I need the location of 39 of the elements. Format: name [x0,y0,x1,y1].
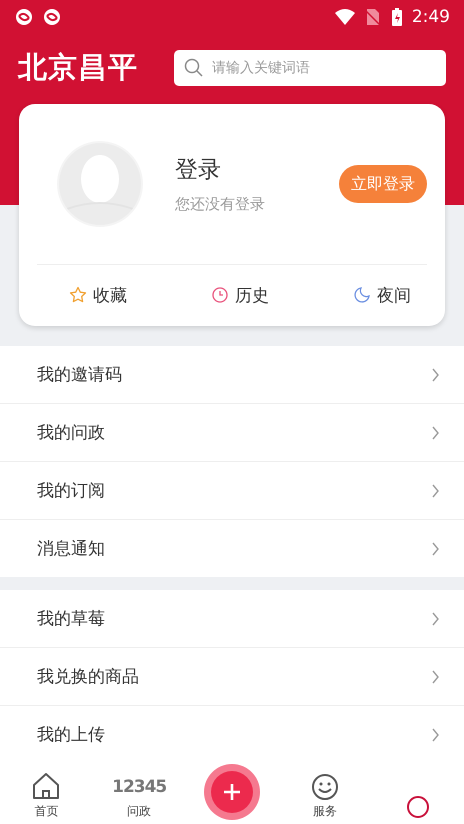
status-app-icon [42,7,62,27]
hotline-icon: 12345 [112,773,166,801]
menu-item[interactable]: 我的订阅 [0,462,464,520]
chevron-icon [431,540,440,556]
menu-item[interactable]: 我的问政 [0,404,464,462]
clock-icon [211,286,229,304]
search-icon [184,58,204,78]
login-subtitle: 您还没有登录 [175,195,266,214]
chevron-icon [431,668,440,684]
app-logo: 北京昌平 [18,49,138,86]
shortcut-night-mode[interactable]: 夜间 [353,284,411,306]
shortcut-history[interactable]: 历史 [211,284,269,306]
home-icon [31,771,62,801]
smile-icon [310,773,339,801]
chevron-icon [431,726,440,742]
nav-tab[interactable]: 首页 [31,771,62,820]
menu-item[interactable]: 我兑换的商品 [0,648,464,706]
battery-icon [390,8,404,26]
shortcut-favorites[interactable]: 收藏 [69,284,127,306]
chevron-icon [431,482,440,498]
nav-tab[interactable]: 服务 [310,773,339,820]
chevron-icon [431,424,440,440]
login-title: 登录 [175,156,222,185]
status-app-icon [14,7,34,27]
chevron-icon [431,610,440,626]
search-field[interactable]: 请输入关键词语 [174,50,446,86]
menu-item[interactable]: 消息通知 [0,520,464,577]
star-icon [69,286,87,304]
menu-item[interactable]: 我的上传 [0,706,464,763]
nav-tab[interactable]: 12345 问政 [112,773,166,820]
clock-time: 2:49 [412,7,450,27]
plus-icon [222,782,242,802]
wifi-icon [334,8,356,26]
menu-item[interactable]: 我的草莓 [0,590,464,648]
chevron-icon [431,366,440,382]
nav-tab[interactable] [404,794,431,820]
person-icon [404,794,431,820]
moon-icon [353,286,371,304]
menu-item[interactable]: 我的邀请码 [0,346,464,404]
